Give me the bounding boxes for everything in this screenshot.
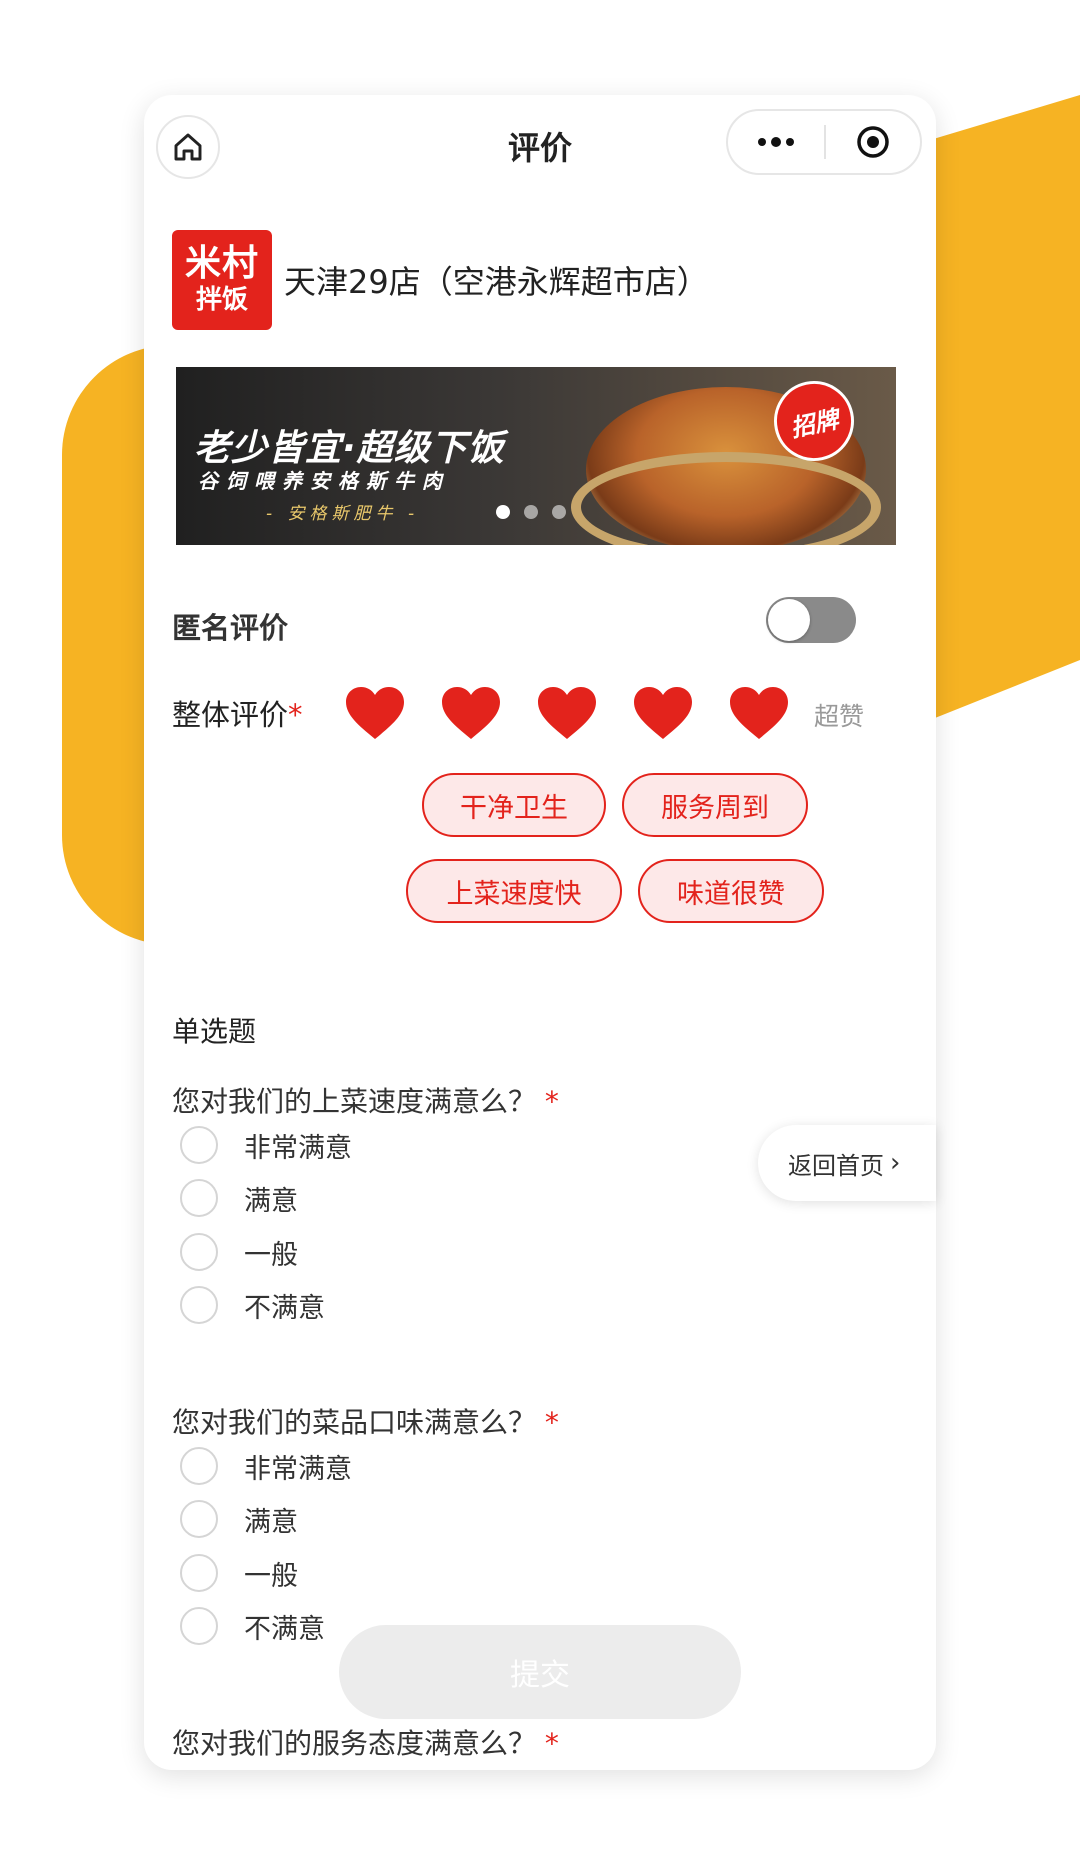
target-close-icon	[857, 126, 889, 158]
heart-icon[interactable]	[344, 685, 406, 741]
tag-chip[interactable]: 上菜速度快	[406, 859, 622, 923]
overall-rating-label: 整体评价*	[172, 698, 303, 732]
heart-icon[interactable]	[728, 685, 790, 741]
banner-headline: 老少皆宜·超级下饭	[194, 428, 505, 469]
nav-bar: 评价	[144, 95, 936, 195]
required-mark: *	[544, 1406, 559, 1439]
radio-option[interactable]: 一般	[180, 1553, 298, 1593]
radio-option[interactable]: 满意	[180, 1499, 298, 1539]
promo-banner[interactable]: 老少皆宜·超级下饭 谷饲喂养安格斯牛肉 - 安格斯肥牛 - 招牌	[176, 367, 896, 545]
question-title: 您对我们的服务态度满意么？ *	[172, 1727, 559, 1760]
radio-button[interactable]	[180, 1233, 218, 1271]
toggle-knob	[768, 599, 810, 641]
question-title: 您对我们的菜品口味满意么？ *	[172, 1406, 559, 1439]
heart-rating	[344, 685, 790, 741]
store-header: 米村 拌饭 天津29店（空港永辉超市店）	[172, 230, 709, 330]
radio-option[interactable]: 一般	[180, 1232, 298, 1272]
decor-right-shape	[930, 95, 1080, 720]
submit-button[interactable]: 提交	[339, 1625, 741, 1719]
radio-option[interactable]: 不满意	[180, 1606, 325, 1646]
radio-option[interactable]: 不满意	[180, 1285, 325, 1325]
required-mark: *	[288, 698, 303, 732]
radio-option[interactable]: 满意	[180, 1178, 298, 1218]
more-dots-icon	[758, 137, 794, 147]
banner-tagline: - 安格斯肥牛 -	[266, 504, 420, 524]
section-title: 单选题	[172, 1015, 257, 1048]
required-mark: *	[544, 1727, 559, 1760]
heart-icon[interactable]	[632, 685, 694, 741]
anonymous-label: 匿名评价	[172, 611, 289, 645]
radio-button[interactable]	[180, 1554, 218, 1592]
radio-button[interactable]	[180, 1607, 218, 1645]
carousel-dot[interactable]	[496, 505, 510, 519]
radio-button[interactable]	[180, 1447, 218, 1485]
banner-subline: 谷饲喂养安格斯牛肉	[198, 469, 450, 493]
close-button[interactable]	[826, 111, 920, 173]
heart-icon[interactable]	[536, 685, 598, 741]
question-title: 您对我们的上菜速度满意么？ *	[172, 1085, 559, 1118]
radio-button[interactable]	[180, 1286, 218, 1324]
tag-chip[interactable]: 干净卫生	[422, 773, 606, 837]
tag-chip[interactable]: 服务周到	[622, 773, 808, 837]
store-logo: 米村 拌饭	[172, 230, 272, 330]
heart-icon[interactable]	[440, 685, 502, 741]
store-name: 天津29店（空港永辉超市店）	[284, 263, 709, 301]
radio-button[interactable]	[180, 1126, 218, 1164]
back-home-button[interactable]: 返回首页 ›	[758, 1125, 936, 1201]
tag-chip[interactable]: 味道很赞	[638, 859, 824, 923]
carousel-dot[interactable]	[552, 505, 566, 519]
mini-program-capsule	[726, 109, 922, 175]
chevron-right-icon: ›	[890, 1148, 901, 1178]
carousel-dots	[496, 505, 566, 519]
radio-option[interactable]: 非常满意	[180, 1446, 352, 1486]
more-button[interactable]	[728, 111, 824, 173]
radio-option[interactable]: 非常满意	[180, 1125, 352, 1165]
carousel-dot[interactable]	[524, 505, 538, 519]
phone-frame: 评价 米村 拌饭 天津29店（空港永辉超市店） 老少皆宜·超级下饭 谷饲喂养安格…	[144, 95, 936, 1770]
rating-text: 超赞	[814, 702, 865, 731]
anonymous-toggle[interactable]	[766, 597, 856, 643]
radio-button[interactable]	[180, 1179, 218, 1217]
radio-button[interactable]	[180, 1500, 218, 1538]
required-mark: *	[544, 1085, 559, 1118]
